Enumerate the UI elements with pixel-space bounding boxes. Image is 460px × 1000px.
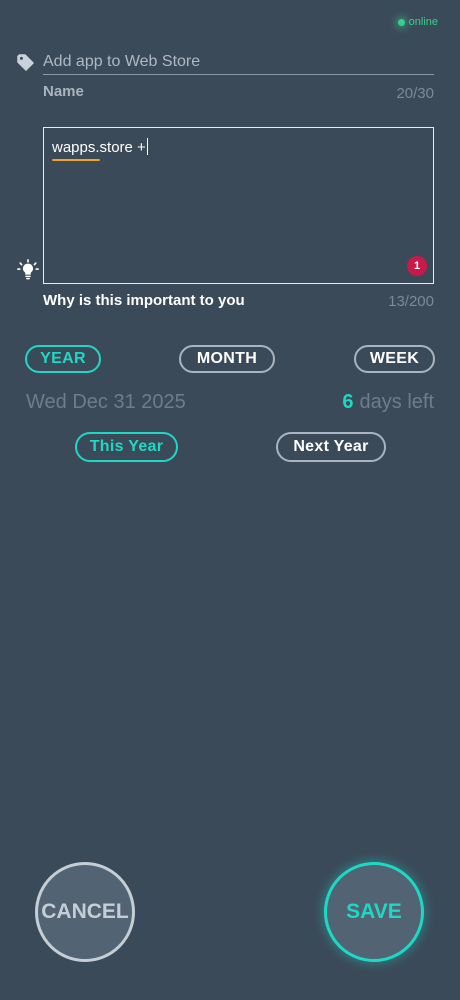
tag-icon: [17, 54, 34, 71]
deadline-date: Wed Dec 31 2025: [26, 391, 186, 413]
this-year-button[interactable]: This Year: [75, 432, 178, 462]
name-label: Name: [43, 83, 84, 100]
cancel-button[interactable]: CANCEL: [35, 862, 135, 962]
days-left-suffix: days left: [359, 391, 434, 413]
connection-status: online: [397, 16, 438, 28]
error-count-badge[interactable]: 1: [407, 256, 427, 276]
days-left: 6 days left: [342, 391, 434, 414]
save-button[interactable]: SAVE: [324, 862, 424, 962]
status-label: online: [408, 16, 438, 28]
why-important-textarea[interactable]: wapps.store + 1: [43, 127, 434, 284]
text-caret: [146, 138, 148, 155]
days-left-number: 6: [342, 391, 354, 413]
lightbulb-icon: [17, 259, 39, 280]
next-year-button[interactable]: Next Year: [276, 432, 386, 462]
tab-year[interactable]: YEAR: [25, 345, 101, 373]
tab-week[interactable]: WEEK: [354, 345, 435, 373]
name-char-counter: 20/30: [396, 85, 434, 102]
why-char-counter: 13/200: [388, 293, 434, 310]
why-text-value: wapps.store +: [52, 139, 146, 156]
online-dot-icon: [397, 18, 405, 26]
name-input[interactable]: [43, 50, 434, 75]
why-important-label: Why is this important to you: [43, 292, 245, 309]
why-textarea-content: wapps.store +: [52, 138, 148, 161]
spellcheck-underline: [52, 159, 100, 161]
tab-month[interactable]: MONTH: [179, 345, 275, 373]
